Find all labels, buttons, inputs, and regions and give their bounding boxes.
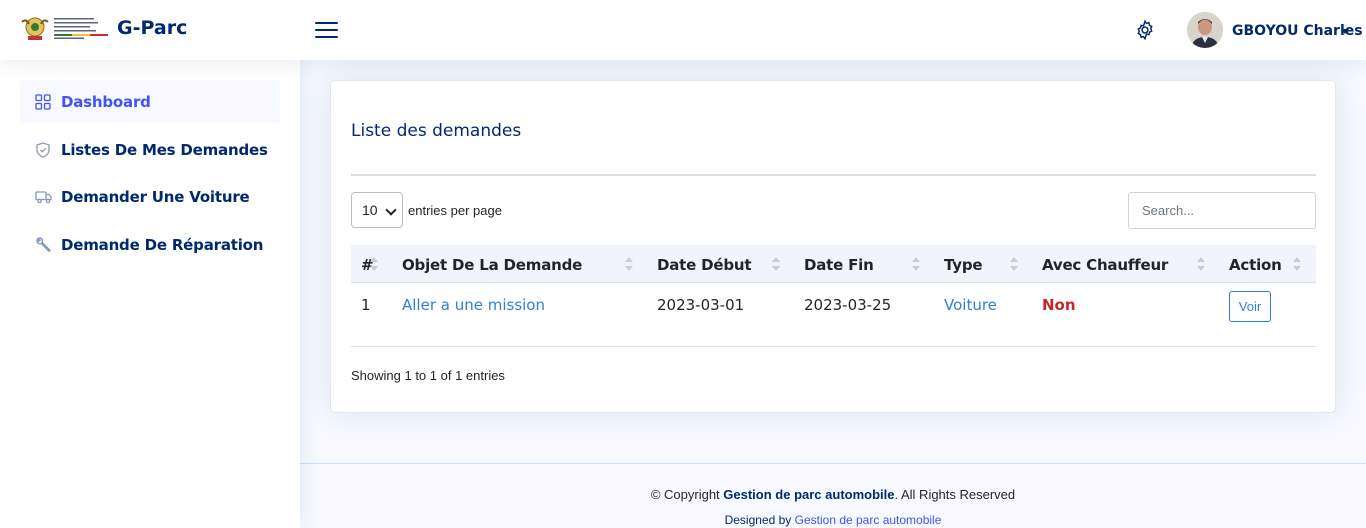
sidebar: Dashboard Listes De Mes Demandes Demande… [0, 60, 300, 528]
cell-objet-link[interactable]: Aller a une mission [402, 296, 545, 314]
column-header-date-fin[interactable]: Date Fin [804, 256, 874, 274]
designed-by-link[interactable]: Gestion de parc automobile [795, 513, 942, 527]
column-header-action[interactable]: Action [1229, 256, 1282, 274]
brand-name[interactable]: G-Parc [117, 17, 187, 39]
footer-divider [300, 463, 1366, 464]
footer-credits: Designed by Gestion de parc automobile [300, 513, 1366, 527]
search-input[interactable] [1128, 192, 1316, 229]
cell-index: 1 [361, 296, 371, 314]
avatar[interactable] [1187, 12, 1223, 48]
sidebar-item-mes-demandes[interactable]: Listes De Mes Demandes [20, 128, 280, 171]
grid-icon [34, 93, 52, 111]
voir-button[interactable]: Voir [1229, 291, 1271, 322]
gear-icon[interactable] [1134, 19, 1156, 41]
copyright-name: Gestion de parc automobile [723, 487, 895, 502]
caret-down-icon[interactable] [1341, 29, 1349, 34]
logo[interactable] [20, 14, 108, 42]
table-info: Showing 1 to 1 of 1 entries [351, 368, 505, 383]
column-header-objet[interactable]: Objet De La Demande [402, 256, 582, 274]
sidebar-item-label: Demander Une Voiture [61, 187, 250, 206]
sort-icon[interactable] [772, 257, 780, 273]
ministry-logo-text [54, 16, 108, 40]
sidebar-item-label: Dashboard [61, 92, 151, 111]
demandes-card: Liste des demandes 10 entries per page #… [330, 80, 1336, 413]
sidebar-item-demander-voiture[interactable]: Demander Une Voiture [20, 175, 280, 218]
designed-by-label: Designed by [724, 513, 795, 527]
cell-type-link[interactable]: Voiture [944, 296, 997, 314]
footer-copyright: © Copyright Gestion de parc automobile. … [300, 487, 1366, 502]
wrench-icon [34, 236, 52, 254]
cell-chauffeur-status: Non [1042, 296, 1076, 314]
table-header: # Objet De La Demande Date Début Date Fi… [351, 245, 1316, 283]
sidebar-item-dashboard[interactable]: Dashboard [20, 80, 280, 123]
sort-icon[interactable] [1010, 257, 1018, 273]
cell-date-debut: 2023-03-01 [657, 296, 745, 314]
entries-per-page-select[interactable]: 10 [351, 192, 403, 228]
sort-icon[interactable] [1293, 257, 1301, 273]
sidebar-item-reparation[interactable]: Demande De Réparation [20, 223, 280, 266]
column-header-date-debut[interactable]: Date Début [657, 256, 752, 274]
emblem-icon [20, 14, 50, 42]
sort-icon[interactable] [912, 257, 920, 273]
table-row: 1 Aller a une mission 2023-03-01 2023-03… [351, 283, 1316, 347]
copyright-prefix: © Copyright [650, 487, 724, 502]
divider [351, 174, 1316, 176]
top-header: G-Parc GBOYOU Charles [0, 0, 1366, 60]
sort-icon[interactable] [625, 257, 633, 273]
sort-icon[interactable] [370, 257, 378, 273]
menu-icon[interactable] [315, 20, 338, 40]
per-page-label: entries per page [408, 203, 502, 218]
sidebar-item-label: Listes De Mes Demandes [61, 140, 268, 159]
per-page-value: 10 [362, 202, 378, 218]
chevron-down-icon [385, 204, 397, 216]
sidebar-item-label: Demande De Réparation [61, 235, 264, 254]
column-header-type[interactable]: Type [944, 256, 983, 274]
truck-icon [34, 188, 52, 206]
column-header-chauffeur[interactable]: Avec Chauffeur [1042, 256, 1168, 274]
cell-date-fin: 2023-03-25 [804, 296, 892, 314]
sort-icon[interactable] [1197, 257, 1205, 273]
shield-icon [34, 141, 52, 159]
copyright-suffix: . All Rights Reserved [894, 487, 1016, 502]
card-title: Liste des demandes [351, 121, 522, 141]
